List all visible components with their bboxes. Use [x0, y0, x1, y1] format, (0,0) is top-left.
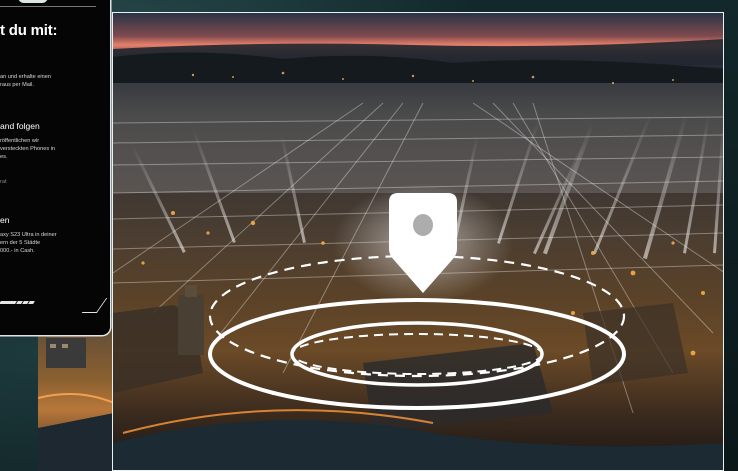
step-3-text-line-2: ern der 5 Städte: [0, 240, 41, 246]
step-1-text-line-2: raus per Mail.: [0, 82, 34, 88]
instructions-panel: t du mit: an und erhalte einen raus per …: [0, 0, 110, 335]
step-2-muted-text: rat: [0, 179, 7, 185]
panel-title: t du mit:: [0, 22, 58, 39]
panel-top-line: [0, 6, 96, 7]
panel-corner-decoration: [81, 298, 108, 313]
hero-image-city-night: [112, 12, 724, 471]
panel-dash-decoration: [0, 291, 35, 309]
step-3-text-line-1: axy S23 Ultra in deiner: [0, 232, 57, 238]
step-3-text-line-3: 000.- in Cash.: [0, 248, 35, 254]
step-2-text-line-1: röffentlichen wir: [0, 138, 40, 144]
step-1-text-line-1: an und erhalte einen: [0, 74, 52, 80]
step-2-text-line-2: versteckten Phones in: [0, 146, 56, 152]
panel-tab: [18, 0, 48, 3]
step-3-heading: en: [0, 215, 10, 225]
map-pin-icon: [389, 193, 457, 293]
city-image-left-strip: [38, 318, 114, 471]
step-2-text-line-3: es.: [0, 154, 8, 160]
step-2-heading: and folgen: [0, 121, 40, 131]
